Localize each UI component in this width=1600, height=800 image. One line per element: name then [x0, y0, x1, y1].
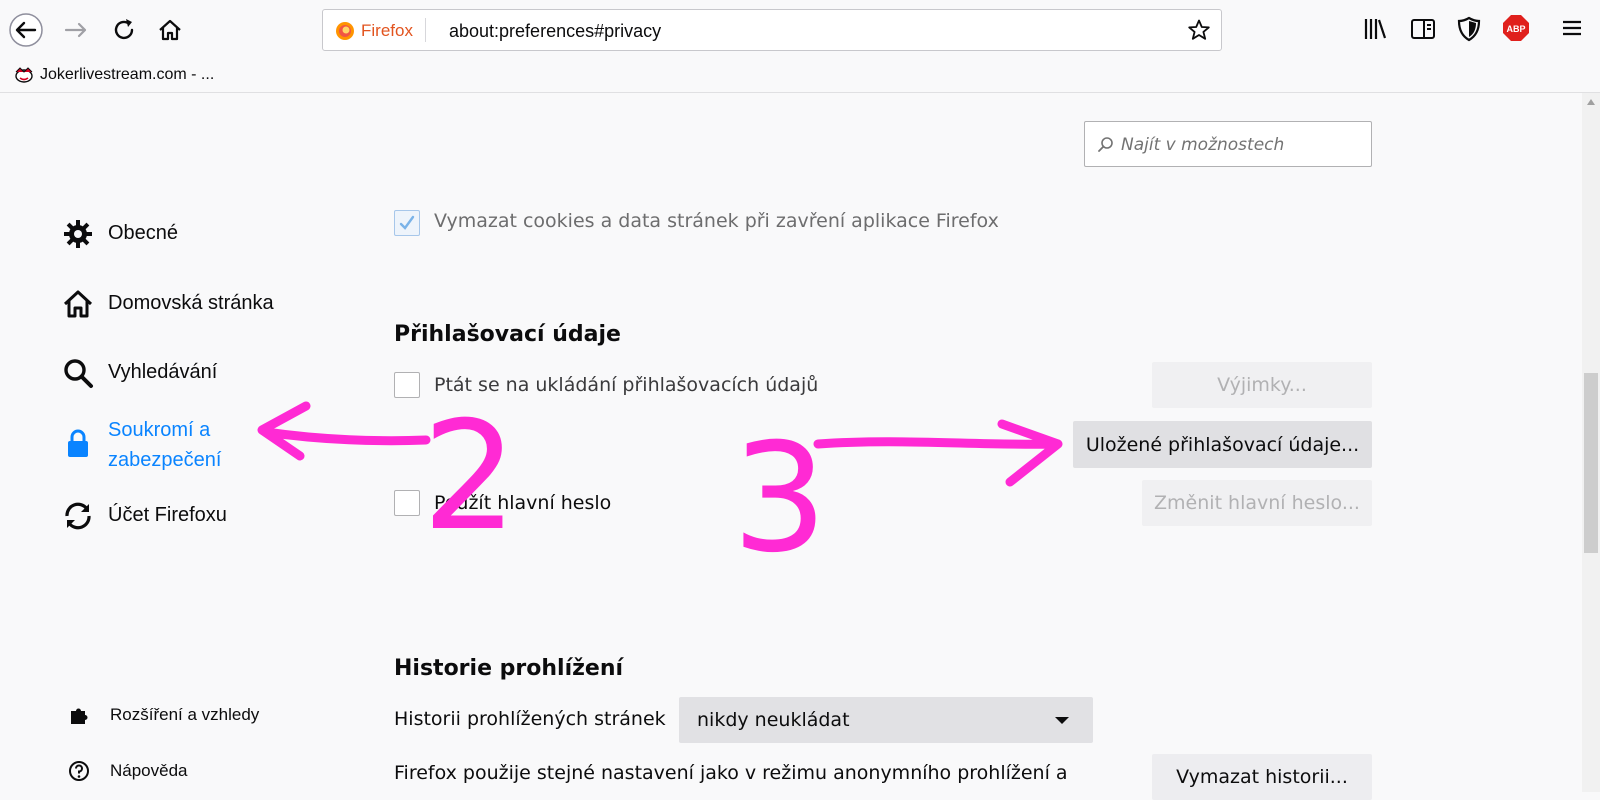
- ask-save-logins-checkbox[interactable]: [394, 372, 420, 398]
- sidebar-item-label: Soukromí a: [108, 419, 211, 441]
- sidebar-item-label: Účet Firefoxu: [108, 504, 227, 526]
- shield-icon: [1457, 16, 1481, 42]
- adblock-button[interactable]: ABP: [1502, 14, 1530, 47]
- forward-button[interactable]: [58, 12, 94, 48]
- history-heading: Historie prohlížení: [394, 656, 624, 681]
- exceptions-button[interactable]: Výjimky...: [1152, 362, 1372, 408]
- url-text[interactable]: about:preferences#privacy: [449, 21, 661, 42]
- gear-icon: [64, 220, 92, 248]
- bookmark-star-icon: [1188, 19, 1210, 40]
- sidebar-item-help[interactable]: Nápověda: [68, 760, 188, 782]
- menu-icon: [1563, 20, 1581, 36]
- sidebar-item-label: Rozšíření a vzhledy: [110, 705, 260, 724]
- checkmark-icon: [399, 215, 415, 230]
- url-bar[interactable]: Firefox about:preferences#privacy: [322, 9, 1222, 51]
- firefox-logo-icon: [336, 22, 354, 40]
- identity-badge[interactable]: Firefox: [335, 21, 413, 41]
- ask-save-logins-label: Ptát se na ukládání přihlašovacích údajů: [434, 374, 819, 396]
- lock-icon: [68, 429, 88, 457]
- identity-label: Firefox: [361, 21, 413, 40]
- sidebar-item-label: Nápověda: [110, 761, 188, 780]
- adblock-icon: ABP: [1503, 15, 1529, 41]
- logins-heading: Přihlašovací údaje: [394, 322, 621, 347]
- bookmarks-toolbar: [0, 60, 1600, 93]
- sidebar-icon: [1411, 19, 1435, 39]
- home-icon: [63, 290, 93, 318]
- joker-favicon-icon: [15, 67, 33, 83]
- reload-button[interactable]: [106, 12, 142, 48]
- clear-cookies-checkbox[interactable]: [394, 210, 420, 236]
- home-icon: [159, 19, 181, 41]
- sidebar-button[interactable]: [1410, 16, 1436, 47]
- sidebar-item-home[interactable]: Domovská stránka: [62, 288, 274, 320]
- back-button[interactable]: [8, 12, 44, 48]
- help-icon: [69, 761, 89, 781]
- sidebar-item-search[interactable]: Vyhledávání: [62, 357, 217, 389]
- sidebar-item-privacy[interactable]: Soukromí a zabezpečení: [62, 415, 221, 475]
- sidebar-item-label: Obecné: [108, 222, 179, 244]
- search-icon: [64, 359, 93, 388]
- saved-logins-button[interactable]: Uložené přihlašovací údaje...: [1073, 421, 1372, 468]
- search-icon: [1098, 137, 1113, 152]
- scroll-up-arrow-icon[interactable]: [1587, 99, 1595, 105]
- change-master-password-button[interactable]: Změnit hlavní heslo...: [1142, 480, 1372, 526]
- bookmark-item[interactable]: Jokerlivestream.com - ...: [14, 66, 214, 84]
- history-mode-value: nikdy neukládat: [697, 709, 850, 731]
- library-icon: [1364, 19, 1387, 39]
- master-password-label: Použít hlavní heslo: [434, 492, 612, 514]
- back-icon: [9, 13, 43, 47]
- sidebar-item-label: Vyhledávání: [108, 361, 218, 383]
- adblock-label: ABP: [1506, 24, 1525, 34]
- puzzle-icon: [71, 708, 88, 724]
- history-mode-select[interactable]: nikdy neukládat: [679, 697, 1093, 743]
- sidebar-item-label: Domovská stránka: [108, 292, 274, 314]
- library-button[interactable]: [1362, 16, 1388, 47]
- tracking-protection-button[interactable]: [1456, 16, 1482, 47]
- scrollbar[interactable]: [1582, 93, 1600, 792]
- preferences-search[interactable]: [1084, 121, 1372, 167]
- history-mode-label: Historii prohlížených stránek: [394, 708, 666, 730]
- sidebar-item-addons[interactable]: Rozšíření a vzhledy: [68, 704, 259, 726]
- sidebar-item-general[interactable]: Obecné: [62, 218, 178, 250]
- clear-history-button[interactable]: Vymazat historii...: [1152, 754, 1372, 800]
- search-input[interactable]: [1119, 133, 1363, 157]
- forward-icon: [64, 22, 87, 38]
- url-separator: [425, 18, 426, 42]
- chevron-down-icon: [1055, 717, 1069, 724]
- reload-icon: [114, 19, 134, 40]
- clear-cookies-label: Vymazat cookies a data stránek při zavře…: [434, 210, 999, 232]
- menu-button[interactable]: [1560, 16, 1584, 45]
- browser-toolbar: Firefox about:preferences#privacy ABP: [0, 0, 1600, 60]
- bookmark-label: Jokerlivestream.com - ...: [40, 66, 215, 83]
- scrollbar-thumb[interactable]: [1584, 373, 1598, 553]
- history-note: Firefox použije stejné nastavení jako v …: [394, 762, 1068, 784]
- home-button[interactable]: [152, 12, 188, 48]
- sidebar-item-sync[interactable]: Účet Firefoxu: [62, 500, 227, 532]
- sync-icon: [65, 502, 91, 530]
- sidebar-item-label: zabezpečení: [108, 449, 222, 471]
- master-password-checkbox[interactable]: [394, 490, 420, 516]
- bookmark-star-button[interactable]: [1187, 18, 1211, 47]
